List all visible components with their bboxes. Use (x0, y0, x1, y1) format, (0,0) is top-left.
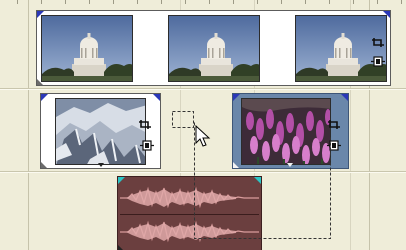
mouse-cursor-icon (195, 125, 211, 147)
timeline-editor (0, 0, 406, 250)
